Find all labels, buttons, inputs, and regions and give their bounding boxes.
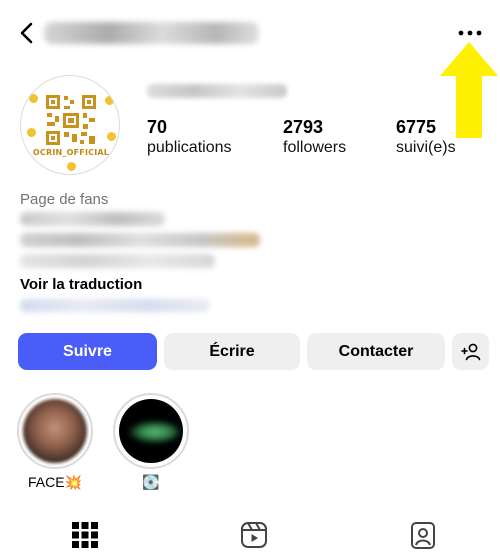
stat-posts-value: 70 <box>147 117 168 137</box>
display-name-blurred <box>147 84 287 98</box>
stat-following[interactable]: 6775 suivi(e)s <box>396 116 456 158</box>
external-link-blurred[interactable] <box>20 299 210 312</box>
username-blurred <box>44 22 259 44</box>
stat-followers[interactable]: 2793 followers <box>283 116 346 158</box>
qr-code-icon <box>45 94 97 146</box>
stat-following-label: suivi(e)s <box>396 139 456 156</box>
highlight-disc[interactable] <box>113 393 189 469</box>
stat-posts-label: publications <box>147 139 232 156</box>
stat-followers-value: 2793 <box>283 117 324 137</box>
highlight-disc-label: 💽 <box>142 474 160 490</box>
message-button[interactable]: Écrire <box>164 333 300 370</box>
more-options-icon[interactable] <box>456 25 484 41</box>
profile-category: Page de fans <box>20 191 109 208</box>
stat-following-value: 6775 <box>396 117 437 137</box>
profile-avatar[interactable]: OCRIN_OFFICIAL <box>20 75 120 175</box>
bio-line-blurred <box>20 212 165 226</box>
highlight-cover-image <box>119 399 183 463</box>
follow-button[interactable]: Suivre <box>18 333 157 370</box>
emoji-sticker-icon <box>107 132 116 141</box>
translate-link[interactable]: Voir la traduction <box>20 276 142 293</box>
stat-posts[interactable]: 70 publications <box>147 116 232 158</box>
highlight-face-label: FACE💥 <box>28 474 82 490</box>
avatar-label: OCRIN_OFFICIAL <box>32 148 110 157</box>
emoji-sticker-icon <box>67 162 76 171</box>
emoji-sticker-icon <box>105 96 114 105</box>
bio-line-blurred <box>20 254 215 268</box>
person-plus-icon <box>460 343 480 360</box>
tagged-icon[interactable] <box>408 520 438 550</box>
emoji-sticker-icon <box>29 94 38 103</box>
reels-icon[interactable] <box>239 520 269 550</box>
grid-icon[interactable] <box>70 520 100 550</box>
contact-button[interactable]: Contacter <box>307 333 445 370</box>
add-user-button[interactable] <box>452 333 489 370</box>
stat-followers-label: followers <box>283 139 347 156</box>
highlight-face[interactable] <box>17 393 93 469</box>
bio-line-blurred <box>20 233 260 247</box>
back-chevron-icon[interactable] <box>12 18 42 48</box>
highlight-cover-image <box>23 399 87 463</box>
emoji-sticker-icon <box>27 128 36 137</box>
